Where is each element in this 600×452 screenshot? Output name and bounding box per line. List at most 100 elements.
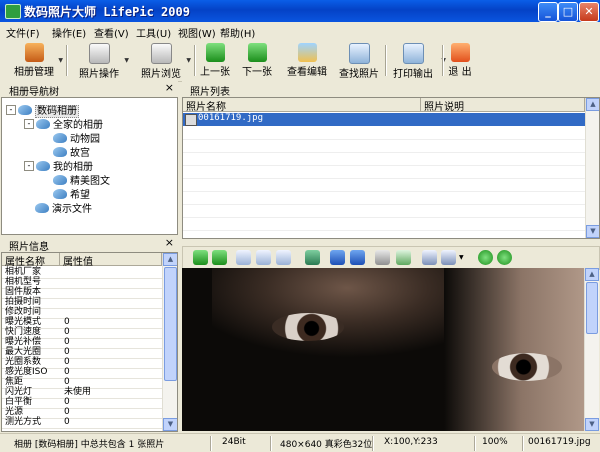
minimize-button[interactable]: _ [538, 2, 558, 22]
toolbar-separator [385, 45, 387, 76]
list-scrollbar[interactable]: ▲ ▼ [585, 98, 599, 238]
status-coords: X:100,Y:233 [384, 437, 438, 447]
scroll-down-icon[interactable]: ▼ [163, 418, 177, 431]
find-photo-label: 查找照片 [339, 69, 379, 80]
menu-tools[interactable]: 工具(U) [136, 25, 171, 40]
exit-icon [450, 43, 470, 62]
photo-face-right [444, 268, 584, 431]
status-bits: 24Bit [222, 437, 246, 447]
status-summary: 相册 [数码相册] 中总共包含 1 张照片 [14, 440, 165, 450]
album-icon [35, 202, 49, 213]
file-name: 00161719.jpg [198, 113, 264, 123]
actual-size-icon[interactable] [305, 250, 320, 265]
status-dimensions: 480×640 真彩色32位 [280, 440, 373, 450]
album-icon [36, 118, 50, 129]
crop-select-icon[interactable] [422, 250, 437, 265]
maximize-button[interactable]: □ [558, 2, 578, 22]
menu-help[interactable]: 帮助(H) [220, 25, 255, 40]
scroll-thumb[interactable] [164, 267, 177, 381]
next-label: 下一张 [242, 67, 272, 78]
export-icon[interactable] [396, 250, 411, 265]
collapse-icon[interactable]: - [24, 160, 34, 171]
tree-node-demo[interactable]: 演示文件 [35, 200, 92, 215]
photo-viewer[interactable] [182, 268, 584, 431]
arrow-up-icon[interactable] [497, 250, 512, 265]
photo-ops-button[interactable]: 照片操作 ▼ [70, 42, 129, 80]
print-output-label: 打印输出 [393, 69, 433, 80]
menu-view[interactable]: 查看(V) [94, 25, 129, 40]
viewer-scrollbar[interactable]: ▲ ▼ [584, 268, 599, 431]
scroll-up-icon[interactable]: ▲ [163, 253, 177, 266]
app-window: 数码照片大师 LifePic 2009 _ □ ✕ 文件(F) 操作(E) 查看… [0, 0, 600, 452]
arrow-right-icon [247, 43, 267, 62]
toolbar-separator [66, 45, 68, 76]
dropdown-arrow-icon[interactable]: ▼ [186, 57, 191, 64]
tree-node-graphics[interactable]: 精美图文 [53, 172, 110, 187]
info-panel-header: 照片信息 × [0, 236, 178, 253]
info-row[interactable]: 测光方式 0 [2, 417, 162, 429]
print-output-button[interactable]: 打印输出 ▼ [388, 42, 446, 80]
toolbar-separator [194, 45, 196, 76]
dropdown-arrow-icon[interactable]: ▼ [459, 254, 464, 261]
scroll-down-icon[interactable]: ▼ [585, 418, 599, 431]
list-col-desc[interactable]: 照片说明 [421, 98, 585, 113]
rotate-right-icon[interactable] [350, 250, 365, 265]
prev-photo-icon[interactable] [193, 250, 208, 265]
zoom-in-icon[interactable] [236, 250, 251, 265]
scroll-up-icon[interactable]: ▲ [586, 98, 599, 111]
view-edit-button[interactable]: 查看编辑 [284, 42, 330, 79]
tree-node-mine[interactable]: - 我的相册 [24, 158, 93, 173]
close-button[interactable]: ✕ [579, 2, 599, 22]
scroll-thumb[interactable] [586, 282, 598, 334]
photo-browse-button[interactable]: 照片浏览 ▼ [132, 42, 191, 80]
tree-node-root[interactable]: - 数码相册 [6, 102, 79, 118]
info-col-value[interactable]: 属性值 [60, 253, 162, 268]
info-col-name[interactable]: 属性名称 [2, 253, 60, 268]
nav-panel-title: 相册导航树 [9, 87, 59, 98]
dropdown-arrow-icon[interactable]: ▼ [124, 57, 129, 64]
photo-browse-label: 照片浏览 [141, 69, 181, 80]
album-icon [53, 132, 67, 143]
album-manage-button[interactable]: 相册管理 ▼ [6, 42, 63, 79]
dropdown-arrow-icon[interactable]: ▼ [58, 57, 63, 64]
arrow-down-icon[interactable] [478, 250, 493, 265]
collapse-icon[interactable]: - [24, 118, 34, 129]
next-button[interactable]: 下一张 [240, 42, 274, 79]
tree-label: 演示文件 [52, 204, 92, 215]
tree-node-palace[interactable]: 故宫 [53, 144, 90, 159]
zoom-out-icon[interactable] [256, 250, 271, 265]
printer-icon[interactable] [375, 250, 390, 265]
tree-node-family[interactable]: - 全家的相册 [24, 116, 103, 131]
info-panel-close-icon[interactable]: × [165, 236, 174, 249]
photo-ops-label: 照片操作 [79, 69, 119, 80]
menu-operate[interactable]: 操作(E) [52, 25, 86, 40]
list-row-selected[interactable]: 00161719.jpg [183, 113, 585, 126]
status-separator [474, 436, 476, 451]
collapse-icon[interactable]: - [6, 104, 16, 115]
status-separator [522, 436, 524, 451]
menu-window[interactable]: 视图(W) [178, 25, 216, 40]
photo-ops-icon [88, 43, 110, 64]
list-col-name[interactable]: 照片名称 [183, 98, 421, 113]
status-zoom: 100% [482, 437, 508, 447]
prev-label: 上一张 [200, 67, 230, 78]
find-photo-button[interactable]: 查找照片 [336, 42, 382, 80]
tree-node-hope[interactable]: 希望 [53, 186, 90, 201]
exit-button[interactable]: 退 出 [446, 42, 474, 79]
zoom-fit-icon[interactable] [276, 250, 291, 265]
nav-panel-close-icon[interactable]: × [165, 81, 174, 94]
list-empty-area [183, 127, 585, 238]
next-photo-icon[interactable] [212, 250, 227, 265]
prev-button[interactable]: 上一张 [198, 42, 232, 79]
scroll-up-icon[interactable]: ▲ [585, 268, 599, 281]
info-scrollbar[interactable]: ▲ ▼ [162, 253, 177, 431]
view-edit-label: 查看编辑 [287, 67, 327, 78]
window-title: 数码照片大师 LifePic 2009 [24, 5, 190, 19]
rotate-left-icon[interactable] [330, 250, 345, 265]
scroll-down-icon[interactable]: ▼ [586, 225, 599, 238]
tree-node-zoo[interactable]: 动物园 [53, 130, 100, 145]
menu-file[interactable]: 文件(F) [6, 25, 40, 40]
print-preview-icon [402, 43, 424, 64]
slideshow-icon[interactable] [441, 250, 456, 265]
title-bar[interactable]: 数码照片大师 LifePic 2009 _ □ ✕ [0, 0, 600, 22]
